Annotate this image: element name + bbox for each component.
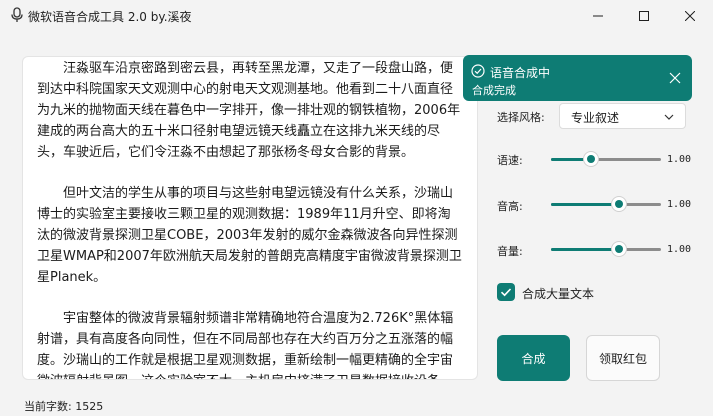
paragraph-2: 但叶文洁的学生从事的项目与这些射电望远镜没有什么关系，沙瑞山博士的实验室主要接收… (37, 186, 462, 285)
pitch-slider[interactable] (551, 196, 661, 212)
close-button[interactable] (667, 0, 713, 32)
toast-close-icon[interactable] (669, 72, 681, 84)
bulk-text-label[interactable]: 合成大量文本 (522, 285, 594, 302)
check-circle-icon (471, 64, 485, 78)
slider-thumb[interactable] (611, 196, 627, 212)
style-dropdown[interactable]: 专业叙述 (559, 103, 686, 129)
title-bar: 微软语音合成工具 2.0 by.溪夜 (0, 0, 713, 32)
text-content[interactable]: 汪淼驱车沿京密路到密云县，再转至黑龙潭，又走了一段盘山路，便到达中科院国家天文观… (37, 57, 463, 379)
slider-thumb[interactable] (611, 241, 627, 257)
red-packet-button[interactable]: 领取红包 (586, 335, 660, 381)
text-editor[interactable]: 汪淼驱车沿京密路到密云县，再转至黑龙潭，又走了一段盘山路，便到达中科院国家天文观… (22, 56, 478, 380)
paragraph-1: 汪淼驱车沿京密路到密云县，再转至黑龙潭，又走了一段盘山路，便到达中科院国家天文观… (37, 61, 461, 160)
slider-fill (551, 203, 619, 206)
pitch-label: 音高: (497, 200, 523, 213)
slider-fill (551, 248, 619, 251)
speed-label: 语速: (497, 154, 523, 167)
char-count: 当前字数: 1525 (24, 400, 104, 413)
window-title: 微软语音合成工具 2.0 by.溪夜 (28, 10, 192, 24)
toast-title: 语音合成中 (490, 66, 551, 80)
close-icon (685, 11, 695, 21)
volume-label: 音量: (497, 245, 523, 258)
speed-value: 1.00 (667, 154, 692, 165)
microphone-icon (11, 7, 23, 22)
toast-message: 合成完成 (472, 84, 516, 97)
volume-value: 1.00 (667, 244, 692, 255)
paragraph-3: 宇宙整体的微波背景辐射频谱非常精确地符合温度为2.726K°黑体辐射谱，具有高度… (37, 311, 454, 379)
minimize-button[interactable] (575, 0, 621, 32)
pitch-value: 1.00 (667, 199, 692, 210)
bulk-text-checkbox[interactable] (497, 283, 515, 301)
synthesize-button[interactable]: 合成 (497, 335, 570, 381)
chevron-down-icon (664, 114, 674, 120)
maximize-button[interactable] (621, 0, 667, 32)
notification-toast: 语音合成中 合成完成 (463, 55, 692, 101)
slider-thumb[interactable] (583, 151, 599, 167)
style-selected-value: 专业叙述 (571, 111, 620, 125)
speed-slider[interactable] (551, 151, 661, 167)
volume-slider[interactable] (551, 241, 661, 257)
style-label: 选择风格: (497, 111, 545, 124)
maximize-icon (639, 11, 649, 21)
minimize-icon (593, 15, 603, 17)
checkmark-icon (500, 288, 512, 297)
